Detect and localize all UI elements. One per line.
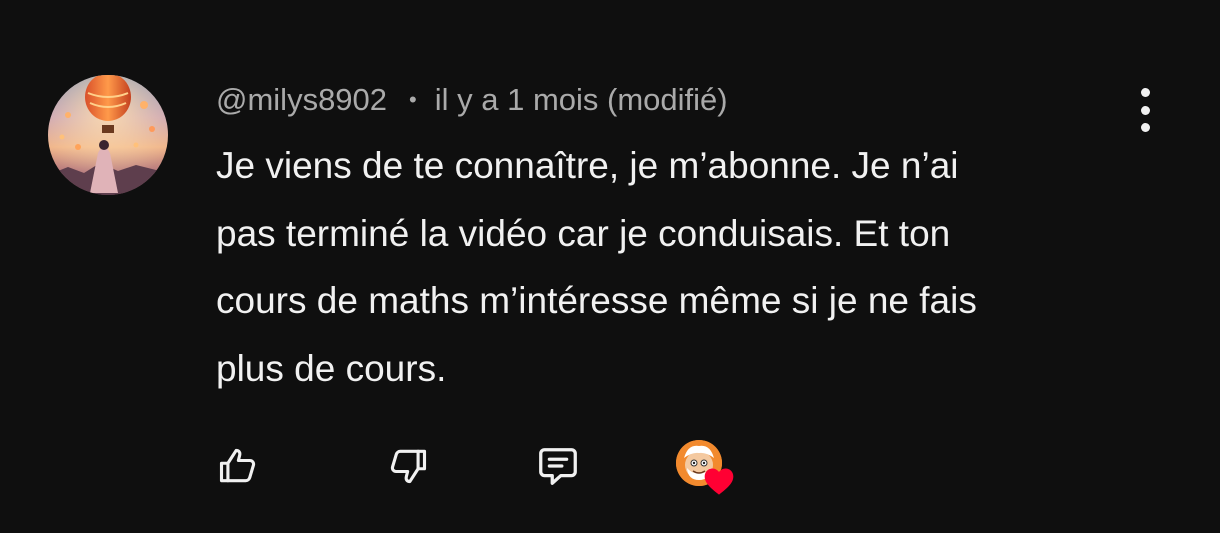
menu-dot: [1140, 123, 1150, 132]
comment-header: @milys8902 • il y a 1 mois (modifié): [216, 80, 728, 120]
comment-thread: @milys8902 • il y a 1 mois (modifié) Je …: [0, 0, 1220, 533]
author-handle[interactable]: @milys8902: [216, 82, 387, 118]
heart-icon: [704, 468, 734, 495]
comment-text: Je viens de te connaître, je m’abonne. J…: [216, 145, 977, 389]
menu-dot: [1140, 105, 1150, 115]
dislike-button[interactable]: [384, 442, 432, 490]
more-vertical-icon[interactable]: [1128, 88, 1162, 132]
author-avatar[interactable]: [48, 75, 168, 195]
creator-heart-badge[interactable]: [676, 440, 738, 498]
thumbs-down-icon: [390, 449, 427, 484]
comment-reply-icon: [539, 448, 577, 485]
comment-timestamp[interactable]: il y a 1 mois (modifié): [435, 82, 728, 118]
thumbs-up-icon: [219, 448, 256, 483]
reply-button[interactable]: [534, 442, 582, 490]
like-button[interactable]: [214, 442, 262, 490]
separator-dot: •: [409, 87, 417, 112]
menu-dot: [1140, 88, 1150, 97]
